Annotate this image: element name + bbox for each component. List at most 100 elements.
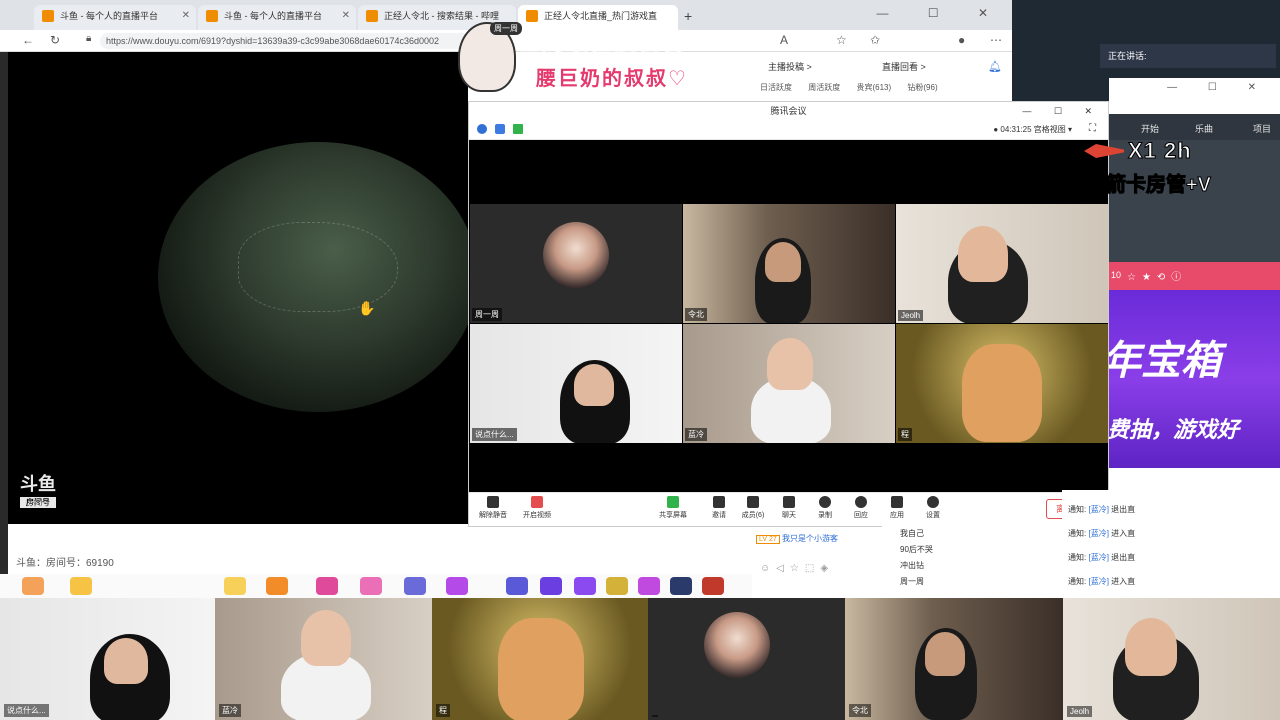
gift-icon[interactable] (506, 577, 528, 595)
video-tile[interactable]: 蓝冷 (215, 598, 432, 720)
anchor-posts-button[interactable]: 主播投稿 > (768, 60, 812, 74)
back-icon[interactable]: ← (22, 33, 34, 47)
video-tile[interactable]: 程 (432, 598, 648, 720)
menu-start[interactable]: 开始 (1141, 122, 1159, 135)
video-tile[interactable]: 说点什么... (0, 598, 215, 720)
share-screen-button[interactable]: 共享屏幕 (655, 496, 691, 520)
window-controls-icon[interactable]: — ☐ ✕ (1022, 102, 1102, 120)
gift-icon[interactable] (670, 577, 692, 595)
tab-vip[interactable]: 贵宾(613) (856, 83, 891, 92)
browser-tab[interactable]: 斗鱼 - 每个人的直播平台 ✕ (34, 5, 196, 30)
gift-icon[interactable] (540, 577, 562, 595)
video-tile[interactable]: 周一周 (470, 204, 682, 323)
browser-tab[interactable]: 斗鱼 - 每个人的直播平台 ✕ (198, 5, 356, 30)
settings-button[interactable]: 设置 (915, 496, 951, 520)
members-button[interactable]: 成员(6) (735, 496, 771, 520)
participant-name (652, 715, 658, 717)
video-tile[interactable]: Jeolh (1063, 598, 1280, 720)
favorite-star-icon[interactable]: ☆ (836, 33, 847, 47)
notice-row: 通知: [蓝冷] 进入直 (1068, 577, 1136, 586)
menu-project[interactable]: 项目 (1253, 122, 1271, 135)
gift-icon[interactable] (574, 577, 596, 595)
close-tab-icon[interactable]: ✕ (342, 5, 350, 27)
rank-row[interactable]: 我自己 (900, 528, 924, 539)
share-icon (667, 496, 679, 508)
rank-row[interactable]: 周一周 (900, 576, 924, 587)
gift-icon[interactable] (404, 577, 426, 595)
participant-face (958, 226, 1008, 282)
participant-face (765, 242, 801, 282)
video-toggle[interactable]: 开启视频 (519, 496, 555, 520)
cat-avatar (962, 344, 1042, 442)
notice-row: 通知: [蓝冷] 退出直 (1068, 553, 1136, 562)
replay-button[interactable]: 直播回看 > (882, 60, 926, 74)
video-tile[interactable]: 程 (896, 324, 1108, 443)
share-icons[interactable]: ☆★⟲ⓘ (1127, 268, 1187, 283)
tab-weekly[interactable]: 周活跃度 (808, 83, 840, 92)
rank-tabs: 日活跃度 周活跃度 贵宾(613) 钻粉(96) (760, 82, 952, 93)
gift-icon[interactable] (638, 577, 660, 595)
room-count: 10 (1111, 270, 1122, 280)
banner-title: 上周最佳投食官 (517, 29, 687, 55)
close-tab-icon[interactable]: ✕ (182, 5, 190, 27)
gift-icon[interactable] (360, 577, 382, 595)
url-field[interactable]: https://www.douyu.com/6919?dyshid=13639a… (100, 33, 470, 49)
info-icon[interactable] (477, 124, 487, 134)
video-tile[interactable]: Jeolh (896, 204, 1108, 323)
meeting-titlebar: 腾讯会议 — ☐ ✕ (469, 102, 1108, 120)
gift-icon[interactable] (224, 577, 246, 595)
notice-panel: 通知: [蓝冷] 退出直 通知: [蓝冷] 进入直 通知: [蓝冷] 退出直 通… (1062, 490, 1280, 598)
fullscreen-icon[interactable]: ⛶ (1089, 123, 1096, 134)
participant-face (104, 638, 148, 684)
video-tile[interactable]: 蓝冷 (683, 324, 895, 443)
profile-avatar-icon[interactable]: ● (958, 33, 965, 47)
shield-icon[interactable] (495, 124, 505, 134)
gift-icon[interactable] (702, 577, 724, 595)
chat-tool-icons[interactable]: ☺◁☆⬚◈ (760, 563, 834, 574)
video-tile[interactable]: 令北 (845, 598, 1063, 720)
meeting-status-bar: ● 04:31:25 宫格视图 ▾ ⛶ (469, 120, 1108, 140)
video-tile[interactable]: 令北 (683, 204, 895, 323)
lock-icon: 🔒︎ (86, 33, 92, 44)
gift-icon[interactable] (22, 577, 44, 595)
watermark-room-number: 69190 (28, 500, 54, 510)
room-number-line: 斗鱼：房间号：69190 (16, 558, 114, 569)
participant-name: 说点什么... (472, 428, 517, 441)
react-button[interactable]: 回应 (843, 496, 879, 520)
reload-icon[interactable]: ↻ (50, 33, 60, 47)
gift-icon[interactable] (446, 577, 468, 595)
rank-row[interactable]: 90后不哭 (900, 544, 933, 555)
read-aloud-icon[interactable]: A (780, 33, 788, 47)
promo-banner[interactable]: 年宝箱 费抽，游戏好 (1109, 290, 1280, 468)
favorites-icon[interactable]: ✩ (870, 33, 880, 47)
notice-row: 通知: [蓝冷] 退出直 (1068, 505, 1136, 514)
gift-icon[interactable] (266, 577, 288, 595)
invite-button[interactable]: 邀请 (701, 496, 737, 520)
promo-subline: 费抽，游戏好 (1109, 417, 1240, 442)
gift-icon[interactable] (70, 577, 92, 595)
tab-diamond[interactable]: 钻粉(96) (907, 83, 937, 92)
gift-icon[interactable] (606, 577, 628, 595)
tab-daily[interactable]: 日活跃度 (760, 83, 792, 92)
apps-button[interactable]: 应用 (879, 496, 915, 520)
rank-row[interactable]: 冲出钻 (900, 560, 924, 571)
invite-icon (713, 496, 725, 508)
gift-icon[interactable] (316, 577, 338, 595)
hand-cursor-icon: ✋ (358, 300, 376, 316)
record-icon (819, 496, 831, 508)
more-icon[interactable]: ⋯ (990, 33, 1002, 47)
window-controls-icon[interactable]: — ☐ ✕ (1167, 82, 1270, 93)
chat-username[interactable]: 我只是个小游客 (782, 534, 838, 543)
chat-button[interactable]: 聊天 (771, 496, 807, 520)
cat-avatar (498, 618, 584, 720)
camera-off-icon (531, 496, 543, 508)
video-tile[interactable]: 说点什么... (470, 324, 682, 443)
menu-music[interactable]: 乐曲 (1195, 122, 1213, 135)
bell-icon[interactable]: 🔔︎ (988, 60, 1002, 73)
rocket-reward: 火箭卡房管+V (1085, 174, 1212, 197)
mute-toggle[interactable]: 解除静音 (475, 496, 511, 520)
live-video-player[interactable]: ✋ 斗鱼 房间号 69190 (8, 52, 468, 524)
video-tile[interactable] (648, 598, 845, 720)
window-controls-icon[interactable]: — ☐ ✕ (877, 6, 1006, 20)
record-button[interactable]: 录制 (807, 496, 843, 520)
